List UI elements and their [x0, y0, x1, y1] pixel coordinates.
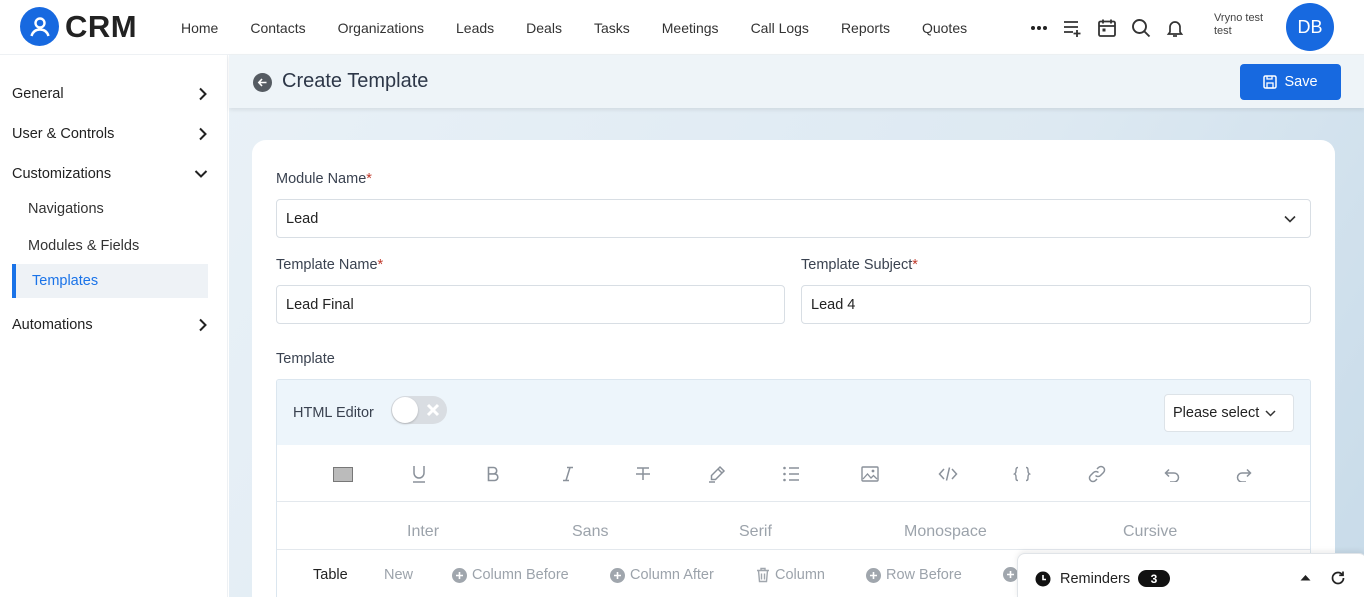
nav-home[interactable]: Home: [165, 20, 234, 36]
list-icon[interactable]: [779, 462, 803, 486]
sidebar-subitem-modules-fields[interactable]: Modules & Fields: [28, 238, 139, 254]
plus-icon: [452, 567, 467, 583]
underline-icon[interactable]: [407, 462, 431, 486]
sidebar-item-general[interactable]: General: [12, 86, 208, 102]
chevron-right-icon: [199, 87, 207, 101]
chevron-right-icon: [199, 127, 207, 141]
close-icon: [426, 403, 440, 417]
add-list-icon[interactable]: [1056, 11, 1090, 45]
bold-icon[interactable]: [481, 462, 505, 486]
chevron-down-icon: [194, 170, 208, 178]
table-tool-delete-column[interactable]: Column: [756, 567, 825, 583]
nav-tasks[interactable]: Tasks: [578, 20, 646, 36]
template-label: Template: [276, 351, 335, 367]
save-icon: [1263, 75, 1278, 89]
editor-header: HTML Editor Please select: [277, 380, 1310, 445]
template-form-card: Module Name* Lead Template Name* Lead Fi…: [252, 140, 1335, 597]
font-option-inter[interactable]: Inter: [407, 523, 439, 541]
main-content: Create Template Save Module Name* Lead T…: [229, 55, 1364, 597]
nav-icon-group: [1022, 0, 1192, 55]
link-icon[interactable]: [1085, 462, 1109, 486]
plus-icon: [1003, 567, 1018, 582]
nav-organizations[interactable]: Organizations: [322, 20, 440, 36]
reminders-panel[interactable]: Reminders 3: [1017, 553, 1364, 597]
sidebar-item-automations[interactable]: Automations: [12, 317, 208, 333]
module-name-label: Module Name*: [276, 171, 372, 187]
reminders-label: Reminders: [1060, 571, 1131, 587]
sidebar-subitem-templates[interactable]: Templates: [12, 264, 208, 298]
refresh-icon[interactable]: [1330, 570, 1346, 586]
logo[interactable]: CRM: [20, 7, 137, 46]
plus-icon: [610, 567, 625, 583]
save-button[interactable]: Save: [1240, 64, 1341, 100]
calendar-icon[interactable]: [1090, 11, 1124, 45]
sidebar-subitem-navigations[interactable]: Navigations: [28, 201, 104, 217]
nav-leads[interactable]: Leads: [440, 20, 510, 36]
caret-up-icon[interactable]: [1300, 574, 1311, 581]
table-tool-row-before[interactable]: Row Before: [866, 567, 962, 583]
font-family-row: Inter Sans Serif Monospace Cursive: [277, 502, 1310, 550]
nav-quotes[interactable]: Quotes: [906, 20, 983, 36]
image-icon[interactable]: [858, 462, 882, 486]
sidebar-item-customizations[interactable]: Customizations: [12, 166, 208, 182]
back-arrow-icon[interactable]: [253, 73, 272, 92]
redo-icon[interactable]: [1233, 462, 1257, 486]
code-icon[interactable]: [936, 462, 960, 486]
main-nav: Home Contacts Organizations Leads Deals …: [165, 0, 983, 55]
table-tool-new[interactable]: New: [384, 567, 413, 583]
html-editor-toggle[interactable]: [391, 396, 447, 424]
nav-deals[interactable]: Deals: [510, 20, 578, 36]
template-subject-input[interactable]: Lead 4: [801, 285, 1311, 324]
placeholder-select[interactable]: Please select: [1164, 394, 1294, 432]
template-name-label: Template Name*: [276, 257, 384, 273]
top-navbar: CRM Home Contacts Organizations Leads De…: [0, 0, 1364, 55]
trash-icon: [757, 567, 769, 583]
toggle-knob: [392, 397, 418, 423]
chevron-down-icon: [1284, 215, 1296, 223]
template-name-input[interactable]: Lead Final: [276, 285, 785, 324]
sidebar-item-user-controls[interactable]: User & Controls: [12, 126, 208, 142]
logo-user-icon: [20, 7, 59, 46]
clock-icon: [1035, 571, 1051, 587]
table-tool-row-after[interactable]: [1003, 567, 1018, 582]
settings-sidebar: General User & Controls Customizations N…: [0, 55, 228, 597]
page-title: Create Template: [282, 70, 429, 92]
chevron-right-icon: [199, 318, 207, 332]
user-name[interactable]: Vryno test test: [1214, 12, 1263, 38]
module-name-select[interactable]: Lead: [276, 199, 1311, 238]
html-editor-label: HTML Editor: [293, 405, 374, 421]
italic-icon[interactable]: [556, 462, 580, 486]
nav-reports[interactable]: Reports: [825, 20, 906, 36]
font-option-serif[interactable]: Serif: [739, 523, 772, 541]
avatar[interactable]: DB: [1286, 3, 1334, 51]
table-tool-column-before[interactable]: Column Before: [452, 567, 569, 583]
color-swatch-icon[interactable]: [331, 462, 355, 486]
font-option-sans[interactable]: Sans: [572, 523, 608, 541]
plus-icon: [866, 567, 881, 583]
search-icon[interactable]: [1124, 11, 1158, 45]
nav-call-logs[interactable]: Call Logs: [735, 20, 825, 36]
strikethrough-icon[interactable]: [631, 462, 655, 486]
reminders-count-badge: 3: [1138, 570, 1170, 587]
font-option-monospace[interactable]: Monospace: [904, 523, 987, 541]
undo-icon[interactable]: [1159, 462, 1183, 486]
nav-meetings[interactable]: Meetings: [646, 20, 735, 36]
font-option-cursive[interactable]: Cursive: [1123, 523, 1177, 541]
chevron-down-icon: [1265, 409, 1276, 417]
more-icon[interactable]: [1022, 11, 1056, 45]
nav-contacts[interactable]: Contacts: [234, 20, 321, 36]
editor-toolbar: [277, 445, 1310, 502]
table-tool-column-after[interactable]: Column After: [610, 567, 714, 583]
template-subject-label: Template Subject*: [801, 257, 918, 273]
braces-icon[interactable]: [1010, 462, 1034, 486]
table-tool-table[interactable]: Table: [313, 567, 348, 583]
highlight-icon[interactable]: [705, 462, 729, 486]
page-header: Create Template Save: [229, 55, 1364, 108]
logo-text: CRM: [65, 8, 138, 44]
bell-icon[interactable]: [1158, 11, 1192, 45]
